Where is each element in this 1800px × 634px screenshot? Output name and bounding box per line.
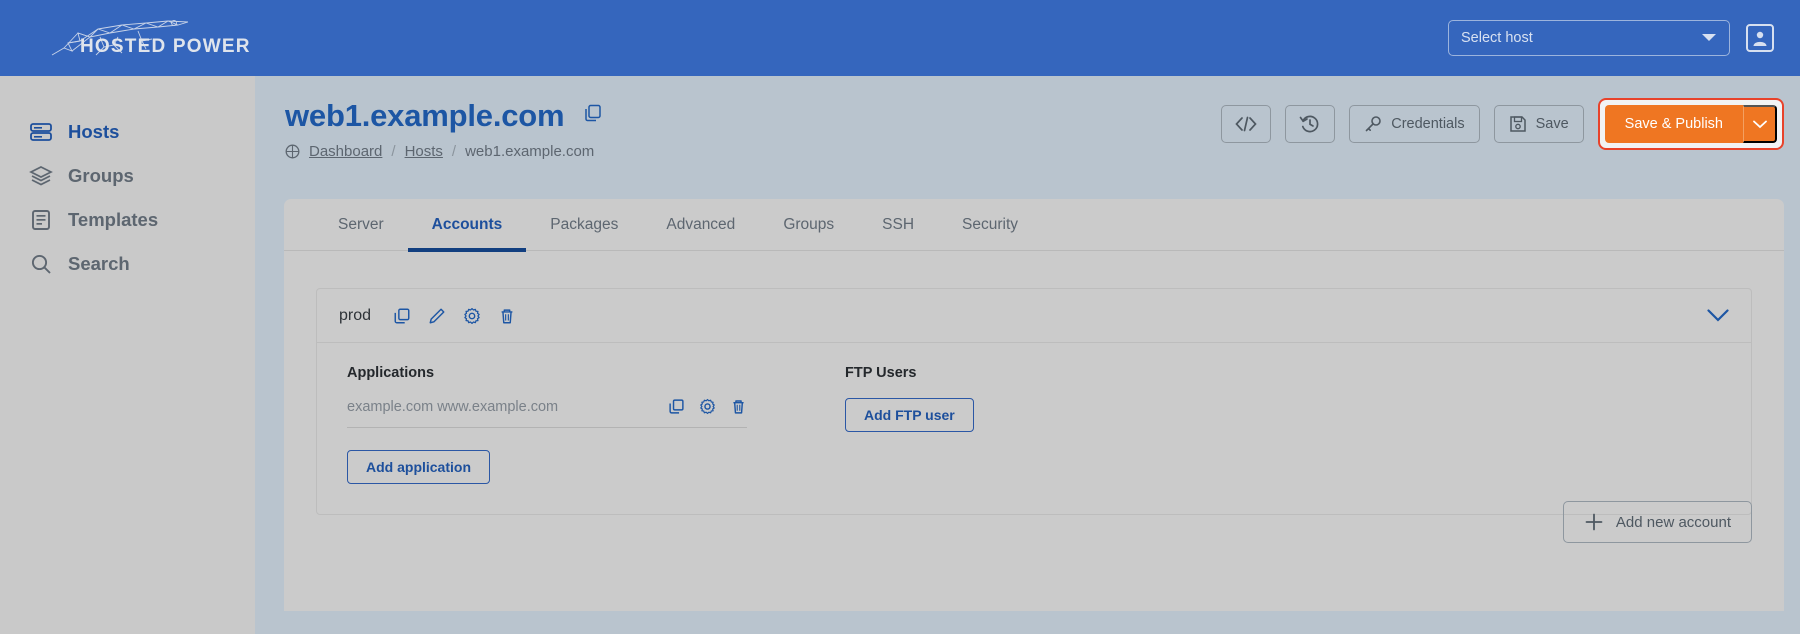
add-application-label: Add application (366, 459, 471, 475)
history-button[interactable] (1285, 105, 1336, 143)
sidebar-item-hosts[interactable]: Hosts (0, 110, 255, 154)
tab-label: Packages (550, 215, 619, 233)
add-ftp-user-button[interactable]: Add FTP user (845, 398, 974, 432)
sidebar-item-label: Groups (68, 165, 134, 186)
dashboard-globe-icon (285, 144, 300, 159)
add-ftp-user-label: Add FTP user (864, 407, 955, 423)
add-account-area: Add new account (1562, 501, 1752, 543)
ftp-users-title: FTP Users (845, 365, 917, 381)
sidebar: Hosts Groups Templates Search (0, 76, 255, 634)
key-icon (1364, 115, 1382, 133)
breadcrumb-current: web1.example.com (465, 143, 595, 160)
copy-icon[interactable] (668, 398, 685, 415)
page-title: web1.example.com (285, 98, 565, 133)
history-clock-icon (1299, 113, 1321, 135)
server-rack-icon (28, 119, 54, 145)
account-panel: prod Applications example.com www.exampl… (316, 288, 1752, 515)
plus-icon (1584, 512, 1604, 532)
tab-advanced[interactable]: Advanced (642, 199, 759, 251)
ftp-users-section: FTP Users Add FTP user (845, 365, 974, 484)
account-name: prod (339, 306, 372, 324)
save-publish-button[interactable]: Save & Publish (1604, 105, 1743, 143)
save-publish-dropdown-toggle[interactable] (1743, 105, 1777, 143)
sidebar-item-search[interactable]: Search (0, 242, 255, 286)
account-actions (393, 307, 516, 325)
applications-title: Applications (347, 365, 435, 381)
content-card: Server Accounts Packages Advanced Groups… (284, 199, 1784, 611)
save-publish-highlight: Save & Publish (1597, 98, 1784, 150)
tab-label: SSH (882, 215, 915, 233)
sidebar-nav: Hosts Groups Templates Search (0, 76, 255, 286)
breadcrumb-link-hosts[interactable]: Hosts (405, 143, 443, 160)
code-view-button[interactable] (1221, 105, 1272, 143)
code-brackets-icon (1234, 115, 1258, 133)
sidebar-item-groups[interactable]: Groups (0, 154, 255, 198)
breadcrumb-separator: / (451, 143, 457, 160)
application-actions (668, 398, 747, 415)
account-panel-body: Applications example.com www.example.com (317, 343, 1751, 514)
save-button[interactable]: Save (1493, 105, 1584, 143)
tab-accounts[interactable]: Accounts (407, 199, 527, 252)
floppy-disk-icon (1509, 115, 1527, 133)
credentials-button-label: Credentials (1391, 116, 1465, 132)
credentials-button[interactable]: Credentials (1349, 105, 1480, 143)
applications-section: Applications example.com www.example.com (347, 365, 767, 484)
tab-bar: Server Accounts Packages Advanced Groups… (284, 199, 1784, 252)
application-name: example.com www.example.com (347, 398, 559, 415)
tab-label: Security (962, 215, 1019, 233)
host-select-value: Select host (1461, 30, 1533, 46)
document-list-icon (28, 207, 54, 233)
page-actions: Credentials Save Save & Publish (1221, 98, 1784, 150)
top-bar: HOSTED POWER Select host (0, 0, 1800, 76)
magnifier-icon (28, 251, 54, 277)
add-application-button[interactable]: Add application (347, 450, 490, 484)
copy-icon[interactable] (393, 307, 411, 325)
sidebar-item-templates[interactable]: Templates (0, 198, 255, 242)
gear-icon[interactable] (463, 307, 481, 325)
trash-icon[interactable] (498, 307, 516, 325)
brand-logo[interactable]: HOSTED POWER (38, 15, 251, 61)
sidebar-item-label: Search (68, 253, 130, 274)
tab-server[interactable]: Server (314, 199, 408, 251)
add-new-account-button[interactable]: Add new account (1562, 501, 1752, 543)
tab-label: Advanced (666, 215, 736, 233)
tab-packages[interactable]: Packages (526, 199, 642, 251)
user-account-icon[interactable] (1746, 24, 1774, 52)
tab-groups[interactable]: Groups (759, 199, 858, 251)
tab-label: Groups (783, 215, 835, 233)
save-publish-label: Save & Publish (1624, 116, 1723, 132)
layers-icon (28, 163, 54, 189)
tab-ssh[interactable]: SSH (858, 199, 938, 251)
app-window: HOSTED POWER Select host Hosts Groups Te… (0, 0, 1800, 634)
pencil-edit-icon[interactable] (428, 307, 446, 325)
sidebar-item-label: Templates (68, 209, 159, 230)
chevron-down-icon[interactable] (1707, 309, 1729, 322)
add-new-account-label: Add new account (1615, 513, 1731, 531)
gear-icon[interactable] (699, 398, 716, 415)
trash-icon[interactable] (730, 398, 747, 415)
tab-label: Accounts (431, 215, 503, 233)
application-row: example.com www.example.com (347, 398, 747, 428)
copy-icon[interactable] (583, 103, 603, 123)
save-button-label: Save (1535, 116, 1569, 132)
chevron-down-icon (1701, 33, 1717, 43)
chevron-down-icon (1752, 120, 1767, 129)
topbar-right-group: Select host (1448, 20, 1774, 56)
sidebar-item-label: Hosts (68, 121, 120, 142)
breadcrumb-separator: / (391, 143, 396, 160)
page-header: web1.example.com Dashboard / Hosts / web… (255, 76, 1800, 160)
host-select[interactable]: Select host (1448, 20, 1730, 56)
brand-name: HOSTED POWER (80, 36, 251, 57)
account-panel-header[interactable]: prod (317, 289, 1751, 343)
tab-security[interactable]: Security (938, 199, 1042, 251)
tab-label: Server (338, 215, 384, 233)
breadcrumb-link-dashboard[interactable]: Dashboard (309, 143, 382, 160)
